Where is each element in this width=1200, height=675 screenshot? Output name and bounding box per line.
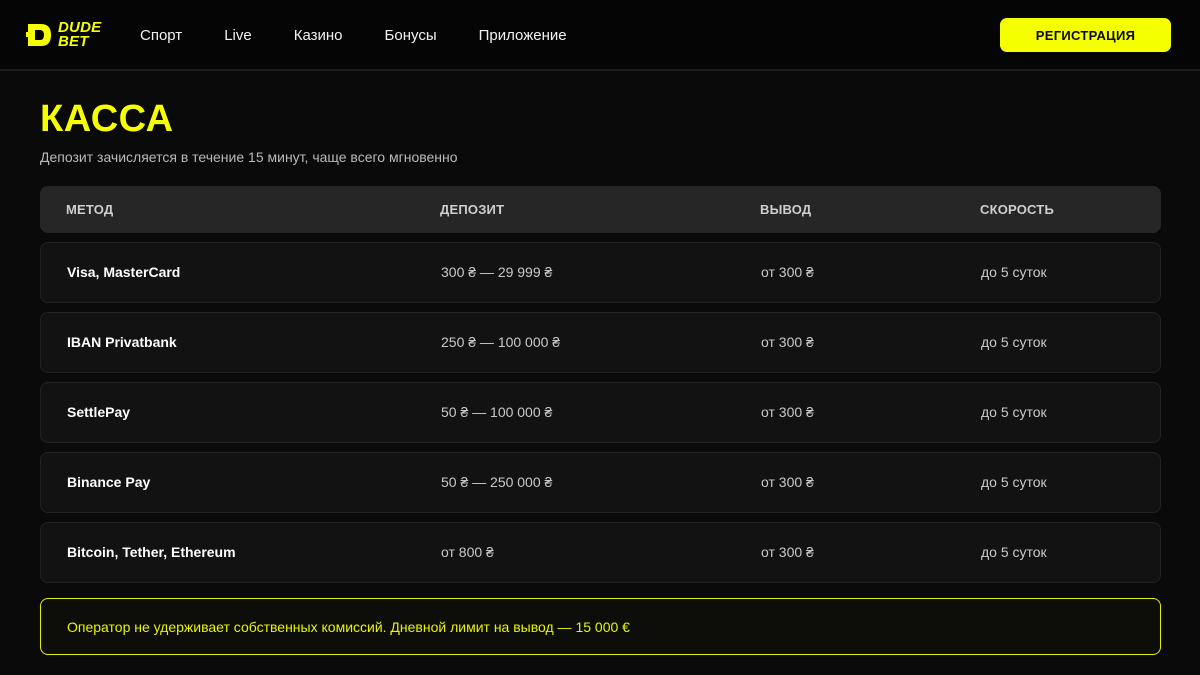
cell-speed: до 5 суток — [981, 334, 1047, 350]
logo-line-2: BET — [58, 33, 89, 50]
column-header-method: МЕТОД — [66, 202, 114, 217]
column-header-deposit: ДЕПОЗИТ — [440, 202, 505, 217]
page-title: КАССА — [40, 98, 174, 140]
cell-deposit: 50 ₴ — 250 000 ₴ — [441, 474, 553, 490]
nav-item-bonuses[interactable]: Бонусы — [385, 27, 437, 44]
page-subtitle: Депозит зачисляется в течение 15 минут, … — [40, 149, 458, 165]
cell-withdraw: от 300 ₴ — [761, 544, 814, 560]
nav-item-live[interactable]: Live — [224, 27, 252, 44]
logo[interactable]: DUDE BET — [24, 18, 101, 52]
info-note-text: Оператор не удерживает собственных комис… — [67, 619, 630, 635]
info-note: Оператор не удерживает собственных комис… — [40, 598, 1161, 655]
table-header: МЕТОД ДЕПОЗИТ ВЫВОД СКОРОСТЬ — [40, 186, 1161, 233]
main-nav: Спорт Live Казино Бонусы Приложение — [140, 0, 609, 70]
cell-speed: до 5 суток — [981, 474, 1047, 490]
cell-withdraw: от 300 ₴ — [761, 474, 814, 490]
cell-deposit: 250 ₴ — 100 000 ₴ — [441, 334, 561, 350]
table-row: SettlePay 50 ₴ — 100 000 ₴ от 300 ₴ до 5… — [40, 382, 1161, 443]
nav-item-casino[interactable]: Казино — [294, 27, 343, 44]
column-header-withdraw: ВЫВОД — [760, 202, 812, 217]
logo-text: DUDE BET — [58, 20, 101, 50]
cell-withdraw: от 300 ₴ — [761, 264, 814, 280]
register-button[interactable]: РЕГИСТРАЦИЯ — [1000, 18, 1171, 52]
cell-deposit: от 800 ₴ — [441, 544, 494, 560]
cell-speed: до 5 суток — [981, 264, 1047, 280]
cell-speed: до 5 суток — [981, 404, 1047, 420]
cell-withdraw: от 300 ₴ — [761, 334, 814, 350]
cell-deposit: 50 ₴ — 100 000 ₴ — [441, 404, 553, 420]
cell-deposit: 300 ₴ — 29 999 ₴ — [441, 264, 553, 280]
table-row: Binance Pay 50 ₴ — 250 000 ₴ от 300 ₴ до… — [40, 452, 1161, 513]
top-bar: DUDE BET Спорт Live Казино Бонусы Прилож… — [0, 0, 1200, 71]
cell-method: SettlePay — [67, 404, 131, 420]
cell-method: Bitcoin, Tether, Ethereum — [67, 544, 236, 560]
cell-speed: до 5 суток — [981, 544, 1047, 560]
table-row: Visa, MasterCard 300 ₴ — 29 999 ₴ от 300… — [40, 242, 1161, 303]
table-row: Bitcoin, Tether, Ethereum от 800 ₴ от 30… — [40, 522, 1161, 583]
nav-item-app[interactable]: Приложение — [479, 27, 567, 44]
column-header-speed: СКОРОСТЬ — [980, 202, 1054, 217]
nav-item-sport[interactable]: Спорт — [140, 27, 182, 44]
cell-method: Binance Pay — [67, 474, 151, 490]
cell-method: Visa, MasterCard — [67, 264, 181, 280]
cell-method: IBAN Privatbank — [67, 334, 177, 350]
dudebet-logo-icon — [26, 24, 51, 46]
cell-withdraw: от 300 ₴ — [761, 404, 814, 420]
table-row: IBAN Privatbank 250 ₴ — 100 000 ₴ от 300… — [40, 312, 1161, 373]
